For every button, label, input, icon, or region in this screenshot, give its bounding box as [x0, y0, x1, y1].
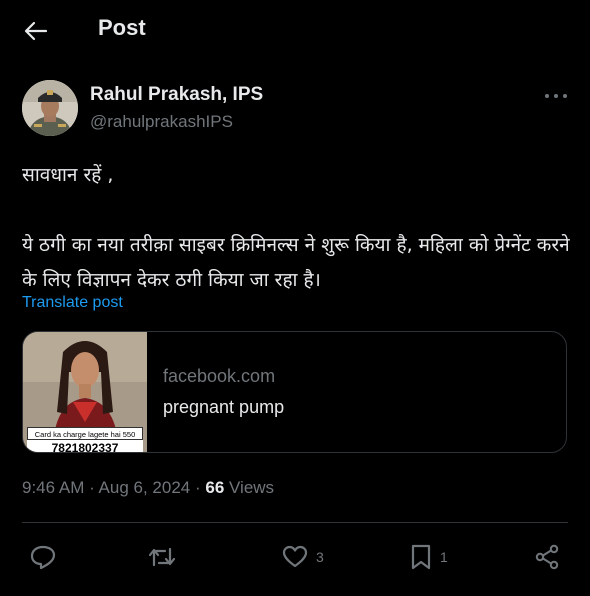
translate-post-link[interactable]: Translate post — [22, 294, 123, 312]
link-domain: facebook.com — [163, 366, 276, 386]
post-date[interactable]: Aug 6, 2024 — [99, 478, 191, 497]
post-text: सावधान रहें , ये ठगी का नया तरीक़ा साइबर… — [22, 164, 570, 291]
thumbnail-phone-number: 7821802337 — [27, 440, 143, 452]
link-preview-card[interactable]: Card ka charge lagete hai 550 7821802337… — [22, 331, 567, 453]
page-title: Post — [98, 15, 146, 40]
divider — [22, 522, 568, 523]
heart-icon — [282, 545, 308, 568]
more-horizontal-icon — [545, 94, 567, 98]
views-label: Views — [224, 478, 275, 497]
avatar[interactable] — [22, 80, 78, 136]
top-bar: Post — [0, 0, 590, 60]
author-handle[interactable]: @rahulprakashIPS — [90, 112, 233, 132]
post-time[interactable]: 9:46 AM — [22, 478, 84, 497]
link-title: pregnant pump — [163, 397, 285, 417]
thumbnail-caption: Card ka charge lagete hai 550 — [27, 427, 143, 440]
author-name[interactable]: Rahul Prakash, IPS — [90, 84, 263, 106]
more-options-button[interactable] — [540, 88, 572, 104]
like-count: 3 — [316, 549, 324, 565]
repost-button[interactable] — [148, 540, 184, 574]
arrow-left-icon — [24, 21, 48, 41]
like-button[interactable]: 3 — [282, 540, 324, 574]
repost-icon — [148, 547, 176, 567]
share-icon — [535, 544, 559, 570]
meta-separator: · — [190, 478, 206, 497]
reply-button[interactable] — [30, 540, 64, 574]
post-meta: 9:46 AM · Aug 6, 2024 · 66 Views — [22, 478, 274, 498]
views-count[interactable]: 66 — [205, 478, 224, 497]
reply-icon — [30, 545, 56, 569]
profile-photo — [22, 80, 78, 136]
bookmark-button[interactable]: 1 — [410, 540, 448, 574]
link-thumbnail: Card ka charge lagete hai 550 7821802337 — [23, 332, 147, 452]
share-button[interactable] — [534, 540, 568, 574]
back-button[interactable] — [18, 16, 54, 46]
bookmark-count: 1 — [440, 549, 448, 565]
meta-separator: · — [84, 478, 99, 497]
bookmark-icon — [411, 544, 431, 570]
